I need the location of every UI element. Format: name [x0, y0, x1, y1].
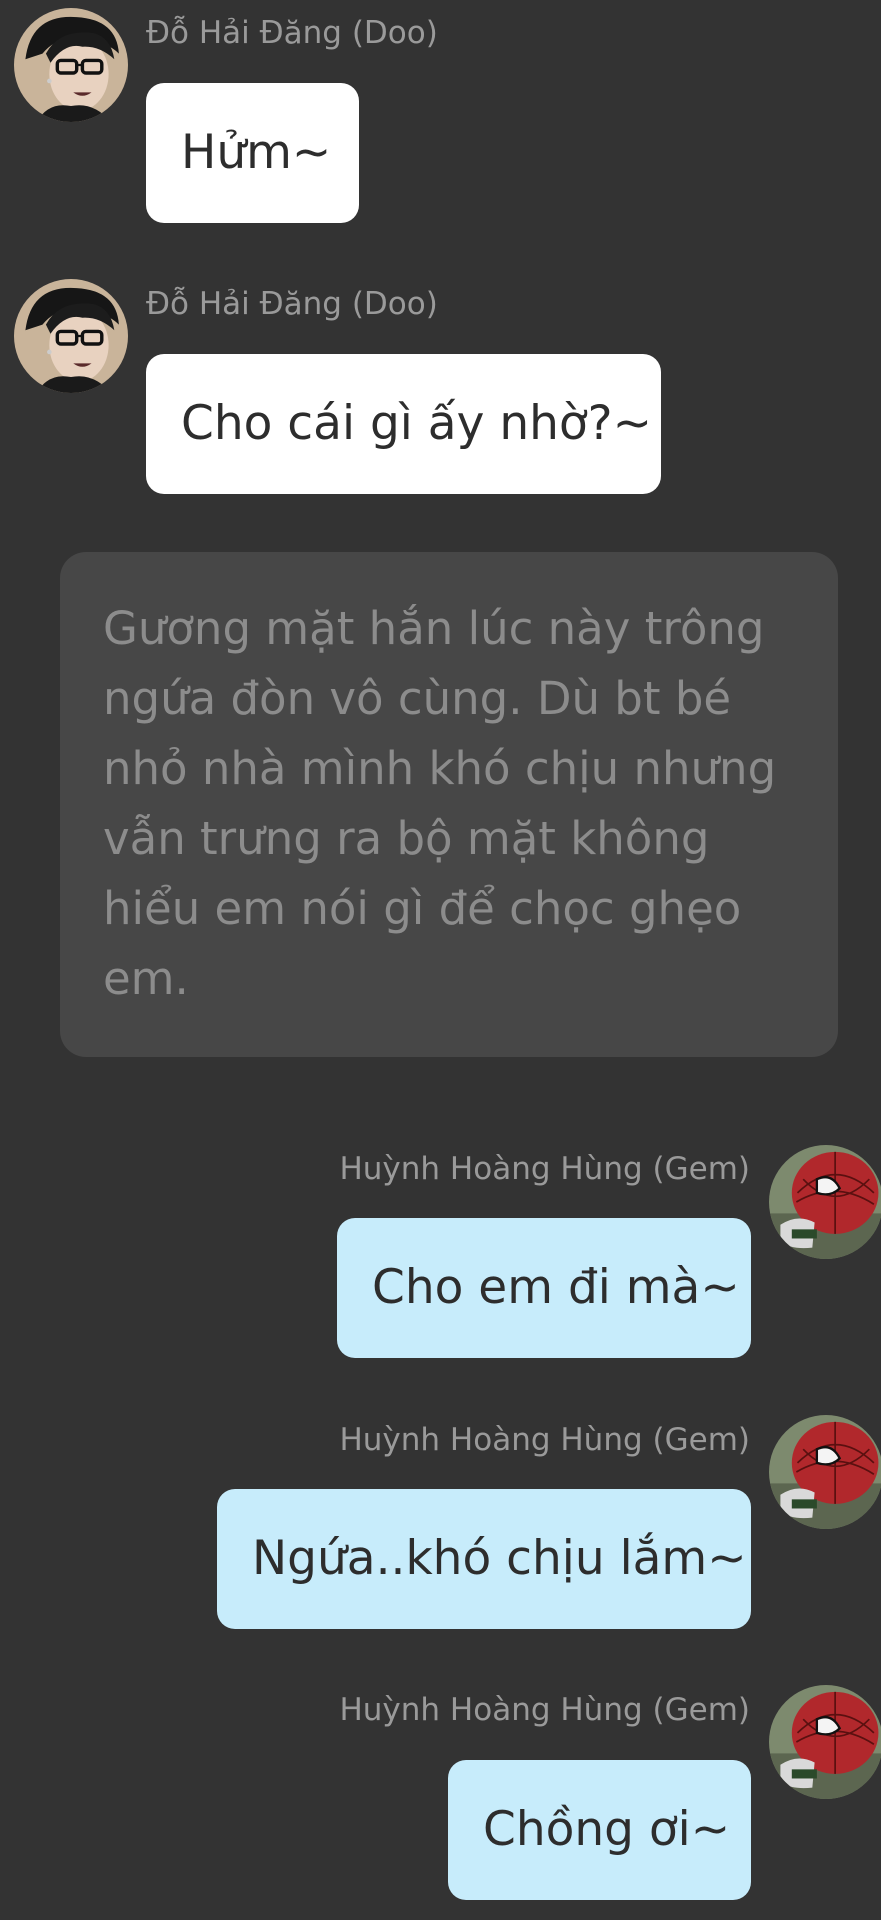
narration-box: Gương mặt hắn lúc này trông ngứa đòn vô …: [60, 552, 838, 1057]
gem-avatar[interactable]: [769, 1415, 881, 1529]
sender-name: Huỳnh Hoàng Hùng (Gem): [339, 1692, 750, 1728]
gem-avatar[interactable]: [769, 1685, 881, 1799]
message-bubble[interactable]: Cho em đi mà~: [337, 1218, 751, 1358]
sender-name: Đỗ Hải Đăng (Doo): [146, 286, 438, 322]
message-bubble[interactable]: Chồng ơi~: [448, 1760, 751, 1900]
sender-name: Huỳnh Hoàng Hùng (Gem): [339, 1422, 750, 1458]
sender-name: Huỳnh Hoàng Hùng (Gem): [339, 1151, 750, 1187]
gem-avatar[interactable]: [769, 1145, 881, 1259]
doo-avatar[interactable]: [14, 279, 128, 393]
message-bubble[interactable]: Ngứa..khó chịu lắm~: [217, 1489, 751, 1629]
sender-name: Đỗ Hải Đăng (Doo): [146, 15, 438, 51]
doo-avatar[interactable]: [14, 8, 128, 122]
message-bubble[interactable]: Hửm~: [146, 83, 359, 223]
message-bubble[interactable]: Cho cái gì ấy nhờ?~: [146, 354, 661, 494]
